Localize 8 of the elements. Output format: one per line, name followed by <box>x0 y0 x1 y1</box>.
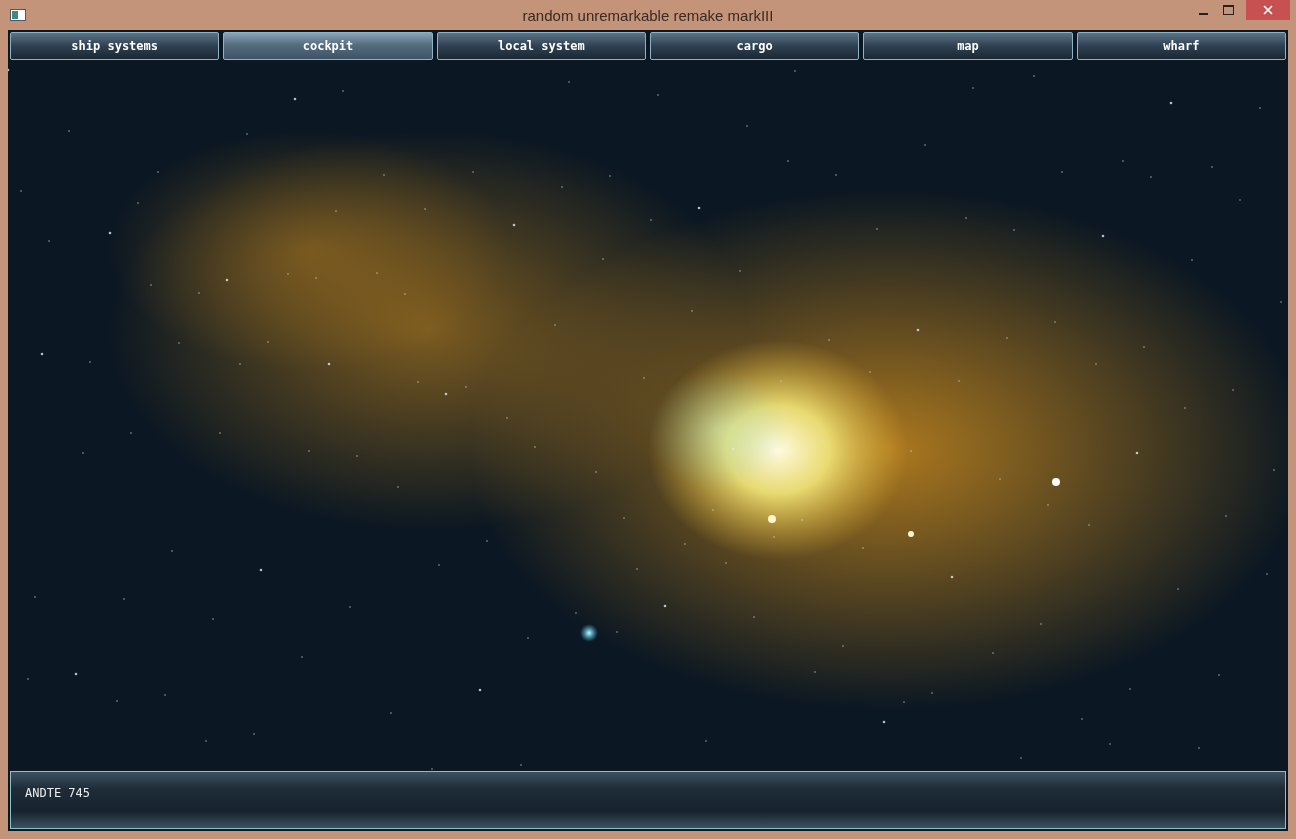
tab[interactable]: cargo <box>650 32 860 60</box>
tab[interactable]: wharf <box>1076 32 1286 60</box>
tab[interactable]: local system <box>436 32 646 60</box>
tab[interactable]: cockpit <box>223 32 433 60</box>
tab[interactable]: ship systems <box>10 32 220 60</box>
tab[interactable]: map <box>863 32 1073 60</box>
location-label: ANDTE 745 <box>25 786 91 800</box>
window-title: random unremarkable remake markIII <box>522 6 774 24</box>
